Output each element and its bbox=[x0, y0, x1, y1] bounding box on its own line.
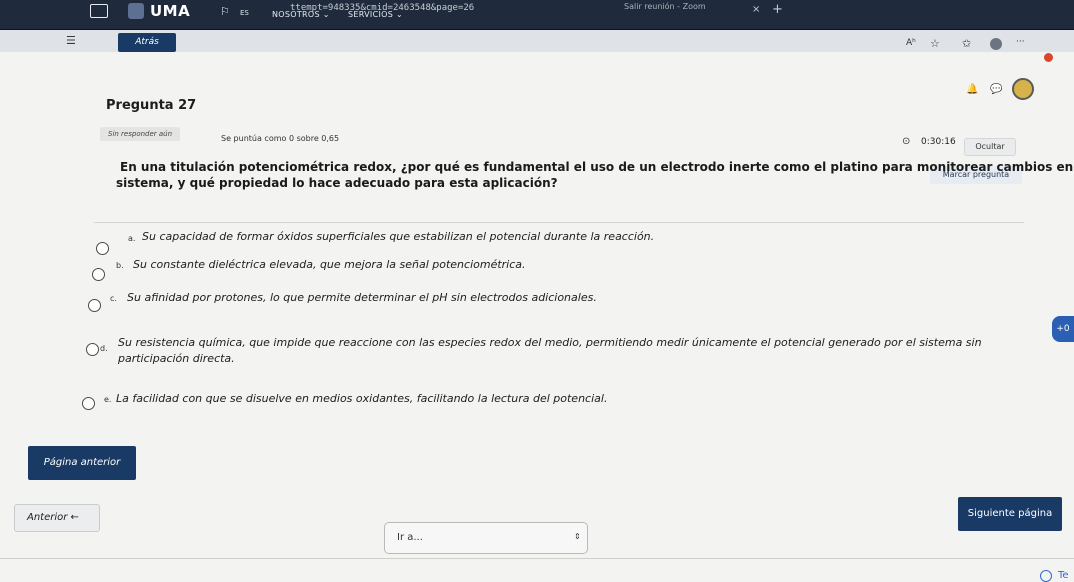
previous-page-button[interactable]: Página anterior bbox=[28, 446, 136, 480]
profile-avatar-icon[interactable] bbox=[990, 38, 1002, 50]
option-letter: c. bbox=[110, 294, 117, 303]
option-text[interactable]: Su constante dieléctrica elevada, que me… bbox=[133, 258, 526, 271]
flag-icon: ⚐ bbox=[220, 5, 230, 18]
quiz-timer: 0:30:16 bbox=[921, 137, 956, 147]
select-arrow-icon: ⇕ bbox=[574, 532, 581, 541]
option-letter: a. bbox=[128, 234, 136, 243]
radio-option-a[interactable] bbox=[96, 242, 109, 255]
radio-option-c[interactable] bbox=[88, 299, 101, 312]
chat-icon[interactable]: 💬 bbox=[990, 84, 1002, 95]
window-icon[interactable] bbox=[90, 4, 108, 18]
user-avatar[interactable] bbox=[1012, 78, 1034, 100]
teams-icon[interactable] bbox=[1040, 570, 1052, 582]
corner-label[interactable]: Te bbox=[1058, 570, 1069, 581]
next-page-button[interactable]: Siguiente página bbox=[958, 497, 1062, 531]
question-line-2: sistema, y qué propiedad lo hace adecuad… bbox=[116, 176, 558, 190]
footer-divider bbox=[0, 558, 1074, 559]
option-text[interactable]: Su resistencia química, que impide que r… bbox=[118, 336, 982, 349]
tab-close-icon[interactable]: × bbox=[752, 4, 760, 15]
question-divider bbox=[94, 222, 1024, 223]
collections-icon[interactable]: ✩ bbox=[962, 37, 971, 50]
extension-icon[interactable] bbox=[1044, 53, 1053, 62]
new-tab-icon[interactable]: + bbox=[772, 2, 783, 17]
jump-to-select[interactable]: Ir a... bbox=[384, 522, 588, 554]
option-letter: e. bbox=[104, 395, 112, 404]
option-text[interactable]: La facilidad con que se disuelve en medi… bbox=[116, 392, 607, 405]
previous-activity-link[interactable]: Anterior ← bbox=[14, 504, 100, 532]
question-score: Se puntúa como 0 sobre 0,65 bbox=[221, 134, 340, 143]
browser-top-bar: UMA ⚐ ES NOSOTROS ⌄ SERVICIOS ⌄ ttempt=9… bbox=[0, 0, 1074, 30]
notification-bell-icon[interactable]: 🔔 bbox=[966, 84, 978, 95]
question-title: Pregunta 27 bbox=[106, 98, 197, 113]
radio-option-b[interactable] bbox=[92, 268, 105, 281]
hide-timer-button[interactable]: Ocultar bbox=[964, 138, 1016, 156]
more-options-icon[interactable]: ··· bbox=[1016, 37, 1025, 47]
side-tab-button[interactable]: +0 bbox=[1052, 316, 1074, 342]
zoom-leave-label[interactable]: Salir reunión - Zoom bbox=[624, 2, 706, 11]
question-line-1: En una titulación potenciométrica redox,… bbox=[120, 160, 1074, 174]
clock-icon: ⊙ bbox=[902, 136, 911, 147]
read-aloud-icon[interactable]: Aʰ bbox=[906, 38, 916, 48]
uma-logo-icon bbox=[128, 3, 144, 19]
option-text-continued[interactable]: participación directa. bbox=[118, 352, 235, 365]
language-selector[interactable]: ES bbox=[240, 9, 249, 17]
menu-icon[interactable]: ☰ bbox=[66, 34, 76, 47]
option-text[interactable]: Su capacidad de formar óxidos superficia… bbox=[142, 230, 654, 243]
radio-option-d[interactable] bbox=[86, 343, 99, 356]
address-bar-url[interactable]: ttempt=948335&cmid=2463548&page=26 bbox=[290, 3, 474, 13]
option-letter: b. bbox=[116, 261, 124, 270]
radio-option-e[interactable] bbox=[82, 397, 95, 410]
site-logo[interactable]: UMA bbox=[150, 2, 190, 20]
status-badge: Sin responder aún bbox=[100, 127, 181, 141]
option-text[interactable]: Su afinidad por protones, lo que permite… bbox=[127, 291, 597, 304]
back-button[interactable]: Atrás bbox=[118, 33, 176, 52]
favorite-icon[interactable]: ☆ bbox=[930, 37, 940, 50]
option-letter: d. bbox=[100, 344, 108, 353]
